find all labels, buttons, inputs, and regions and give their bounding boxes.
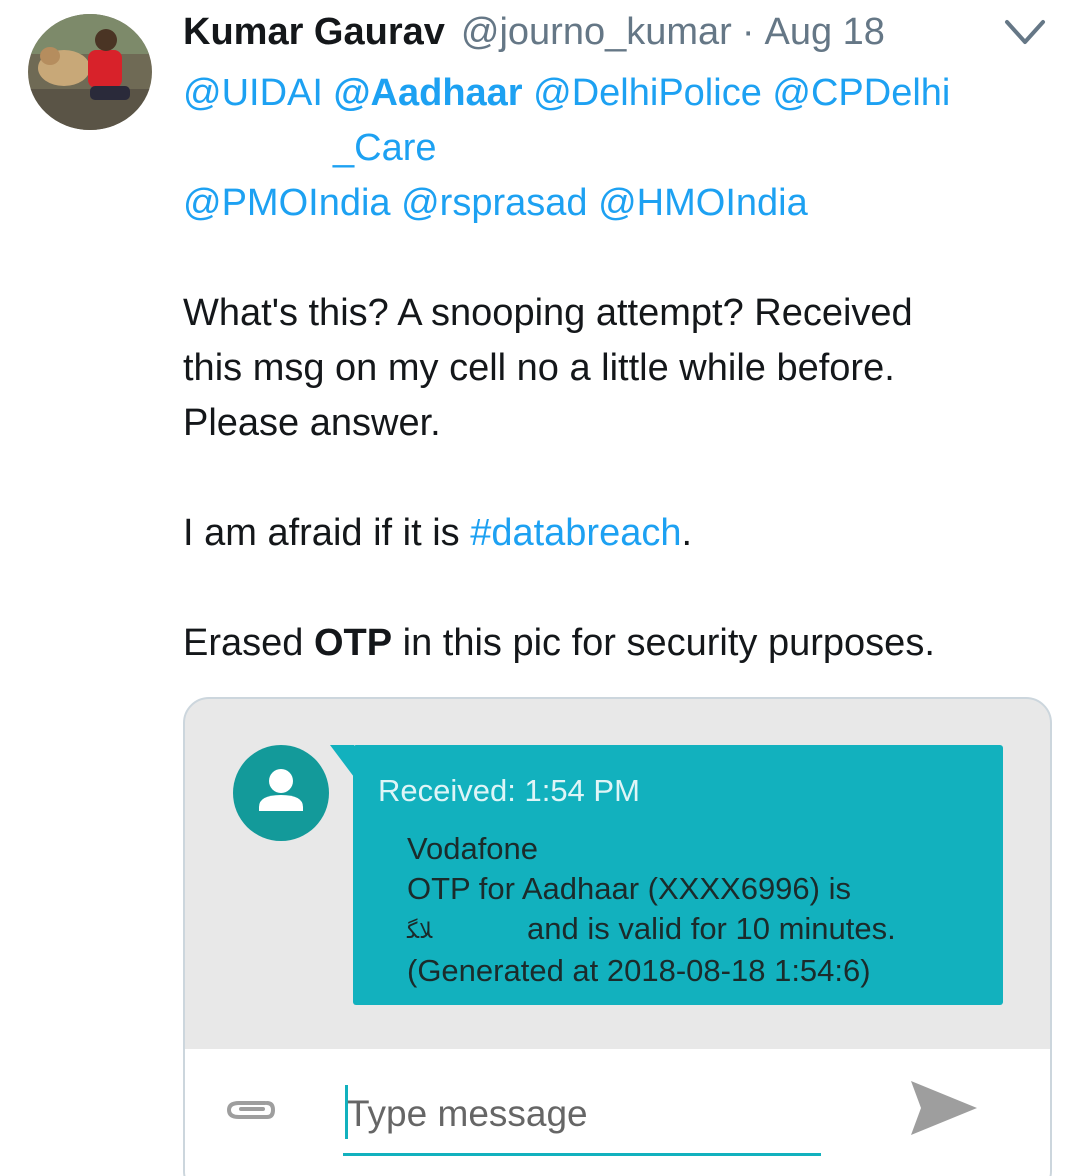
mentions-block: @UIDAI @Aadhaar @DelhiPolice @CPDelhi _C… [183,66,1003,231]
person-icon [259,769,303,811]
mention-link[interactable]: @rsprasad [401,182,587,224]
message-input[interactable] [347,1089,817,1139]
sms-line: (Generated at 2018-08-18 1:54:6) [407,952,871,988]
separator-dot: · [741,10,755,53]
erased-bold: OTP [313,622,393,664]
mention-link[interactable]: @Aadhaar [333,72,522,114]
hashtag-link[interactable]: #databreach [470,512,681,554]
mention-link[interactable]: @CPDelhi [772,72,950,114]
sms-line-rest: and is valid for 10 minutes. [527,911,896,946]
afraid-suffix: . [681,512,693,554]
input-underline [343,1153,821,1156]
sms-text: Vodafone OTP for Aadhaar (XXXX6996) is ﻼ… [407,829,896,991]
body-line: I am afraid if it is #databreach. [183,506,1043,561]
compose-bar [185,1049,1050,1176]
contact-avatar [233,745,329,841]
author-name[interactable]: Kumar Gaurav [183,11,445,54]
afraid-text: I am afraid if it is [183,512,471,554]
received-time: Received: 1:54 PM [378,773,640,808]
body-line: this msg on my cell no a little while be… [183,347,895,389]
tweet-date[interactable]: Aug 18 [764,11,884,54]
send-icon[interactable] [907,1077,981,1139]
mention-link[interactable]: @UIDAI [183,72,323,114]
attached-image[interactable]: Received: 1:54 PM Vodafone OTP for Aadha… [183,697,1052,1176]
body-line: Please answer. [183,402,441,444]
tweet-header: Kumar Gaurav @journo_kumar · Aug 18 [183,8,885,56]
sms-line: OTP for Aadhaar (XXXX6996) is [407,871,851,906]
body-line: What's this? A snooping attempt? Receive… [183,292,913,334]
sms-bubble[interactable]: Received: 1:54 PM Vodafone OTP for Aadha… [353,745,1003,1005]
body-line: Erased OTP in this pic for security purp… [183,616,1043,671]
mention-link-continuation[interactable]: _Care [333,127,437,169]
bubble-tail [330,745,354,777]
erased-suffix: in this pic for security purposes. [392,622,935,664]
sms-line: Vodafone [407,831,539,866]
redacted-otp: ﻼﮕ [407,917,433,943]
mention-link[interactable]: @HMOIndia [598,182,808,224]
tweet-body: What's this? A snooping attempt? Receive… [183,286,1043,671]
erased-text: Erased [183,622,314,664]
mention-link[interactable]: @PMOIndia [183,182,391,224]
mention-link[interactable]: @DelhiPolice [533,72,762,114]
author-handle[interactable]: @journo_kumar [461,11,732,54]
paperclip-icon[interactable] [219,1089,279,1129]
sms-line: ﻼﮕ and is valid for 10 minutes. [407,909,896,951]
author-avatar[interactable] [28,14,152,130]
chevron-down-icon[interactable] [1003,14,1047,50]
